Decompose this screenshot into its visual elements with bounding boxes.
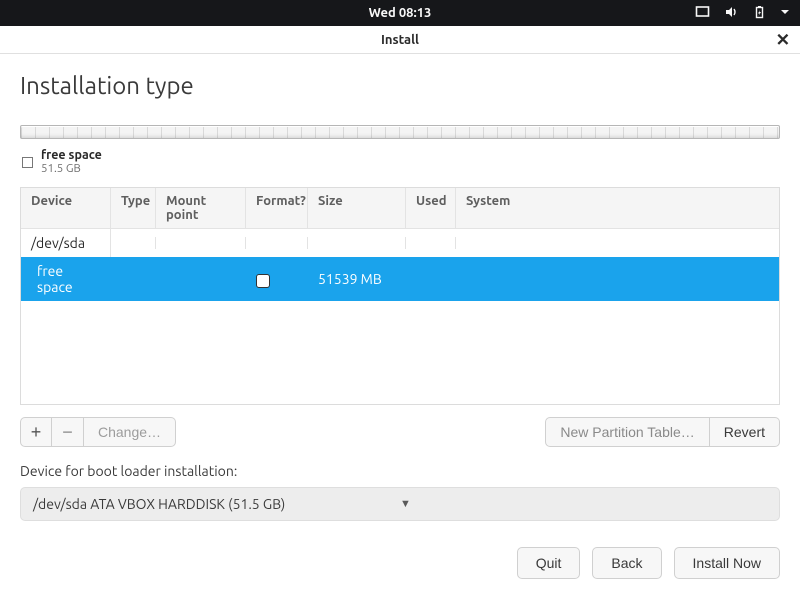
partition-summary: free space 51.5 GB xyxy=(20,147,780,177)
clock-text: Wed 08:13 xyxy=(369,6,432,20)
cell-mount xyxy=(156,273,246,285)
screen-icon[interactable] xyxy=(695,5,710,22)
bootloader-device-select[interactable]: /dev/sda ATA VBOX HARDDISK (51.5 GB) ▼ xyxy=(20,487,780,521)
cell-format xyxy=(246,237,308,249)
partition-swatch-icon xyxy=(22,157,33,168)
chevron-down-icon: ▼ xyxy=(400,498,767,510)
remove-partition-button[interactable]: − xyxy=(52,417,84,447)
cell-format[interactable] xyxy=(246,265,308,293)
partition-summary-size: 51.5 GB xyxy=(41,163,102,176)
dialog-footer: Quit Back Install Now xyxy=(0,533,800,595)
cell-device: free space xyxy=(21,257,111,301)
col-format[interactable]: Format? xyxy=(246,188,308,228)
partition-bar[interactable] xyxy=(20,125,780,139)
close-icon[interactable]: ✕ xyxy=(776,31,790,48)
chevron-down-icon[interactable] xyxy=(780,6,790,20)
dialog-titlebar: Install ✕ xyxy=(0,26,800,54)
revert-button[interactable]: Revert xyxy=(710,417,780,447)
table-header: Device Type Mount point Format? Size Use… xyxy=(21,188,779,229)
format-checkbox[interactable] xyxy=(256,274,270,288)
bootloader-label: Device for boot loader installation: xyxy=(20,463,780,479)
table-row[interactable]: free space 51539 MB xyxy=(21,257,779,301)
col-device[interactable]: Device xyxy=(21,188,111,228)
menubar: Wed 08:13 xyxy=(0,0,800,26)
cell-system xyxy=(456,237,779,249)
cell-used xyxy=(406,237,456,249)
table-row[interactable]: /dev/sda xyxy=(21,229,779,257)
col-type[interactable]: Type xyxy=(111,188,156,228)
cell-type xyxy=(111,237,156,249)
quit-button[interactable]: Quit xyxy=(517,547,581,579)
page-title: Installation type xyxy=(20,72,780,99)
add-partition-button[interactable]: + xyxy=(20,417,52,447)
cell-size xyxy=(308,237,406,249)
partition-summary-label: free space xyxy=(41,149,102,163)
new-partition-table-button[interactable]: New Partition Table… xyxy=(545,417,709,447)
cell-type xyxy=(111,273,156,285)
cell-used xyxy=(406,273,456,285)
dialog-title: Install xyxy=(381,33,419,47)
col-system[interactable]: System xyxy=(456,188,779,228)
cell-mount xyxy=(156,237,246,249)
col-mount[interactable]: Mount point xyxy=(156,188,246,228)
volume-icon[interactable] xyxy=(724,5,739,22)
change-partition-button[interactable]: Change… xyxy=(84,417,176,447)
bootloader-device-value: /dev/sda ATA VBOX HARDDISK (51.5 GB) xyxy=(33,496,400,512)
partition-actions: + − Change… New Partition Table… Revert xyxy=(20,417,780,447)
col-size[interactable]: Size xyxy=(308,188,406,228)
battery-icon[interactable] xyxy=(753,5,766,22)
install-now-button[interactable]: Install Now xyxy=(674,547,780,579)
partition-table: Device Type Mount point Format? Size Use… xyxy=(20,187,780,405)
col-used[interactable]: Used xyxy=(406,188,456,228)
cell-device: /dev/sda xyxy=(21,229,111,257)
cell-system xyxy=(456,273,779,285)
cell-size: 51539 MB xyxy=(308,265,406,293)
back-button[interactable]: Back xyxy=(592,547,661,579)
